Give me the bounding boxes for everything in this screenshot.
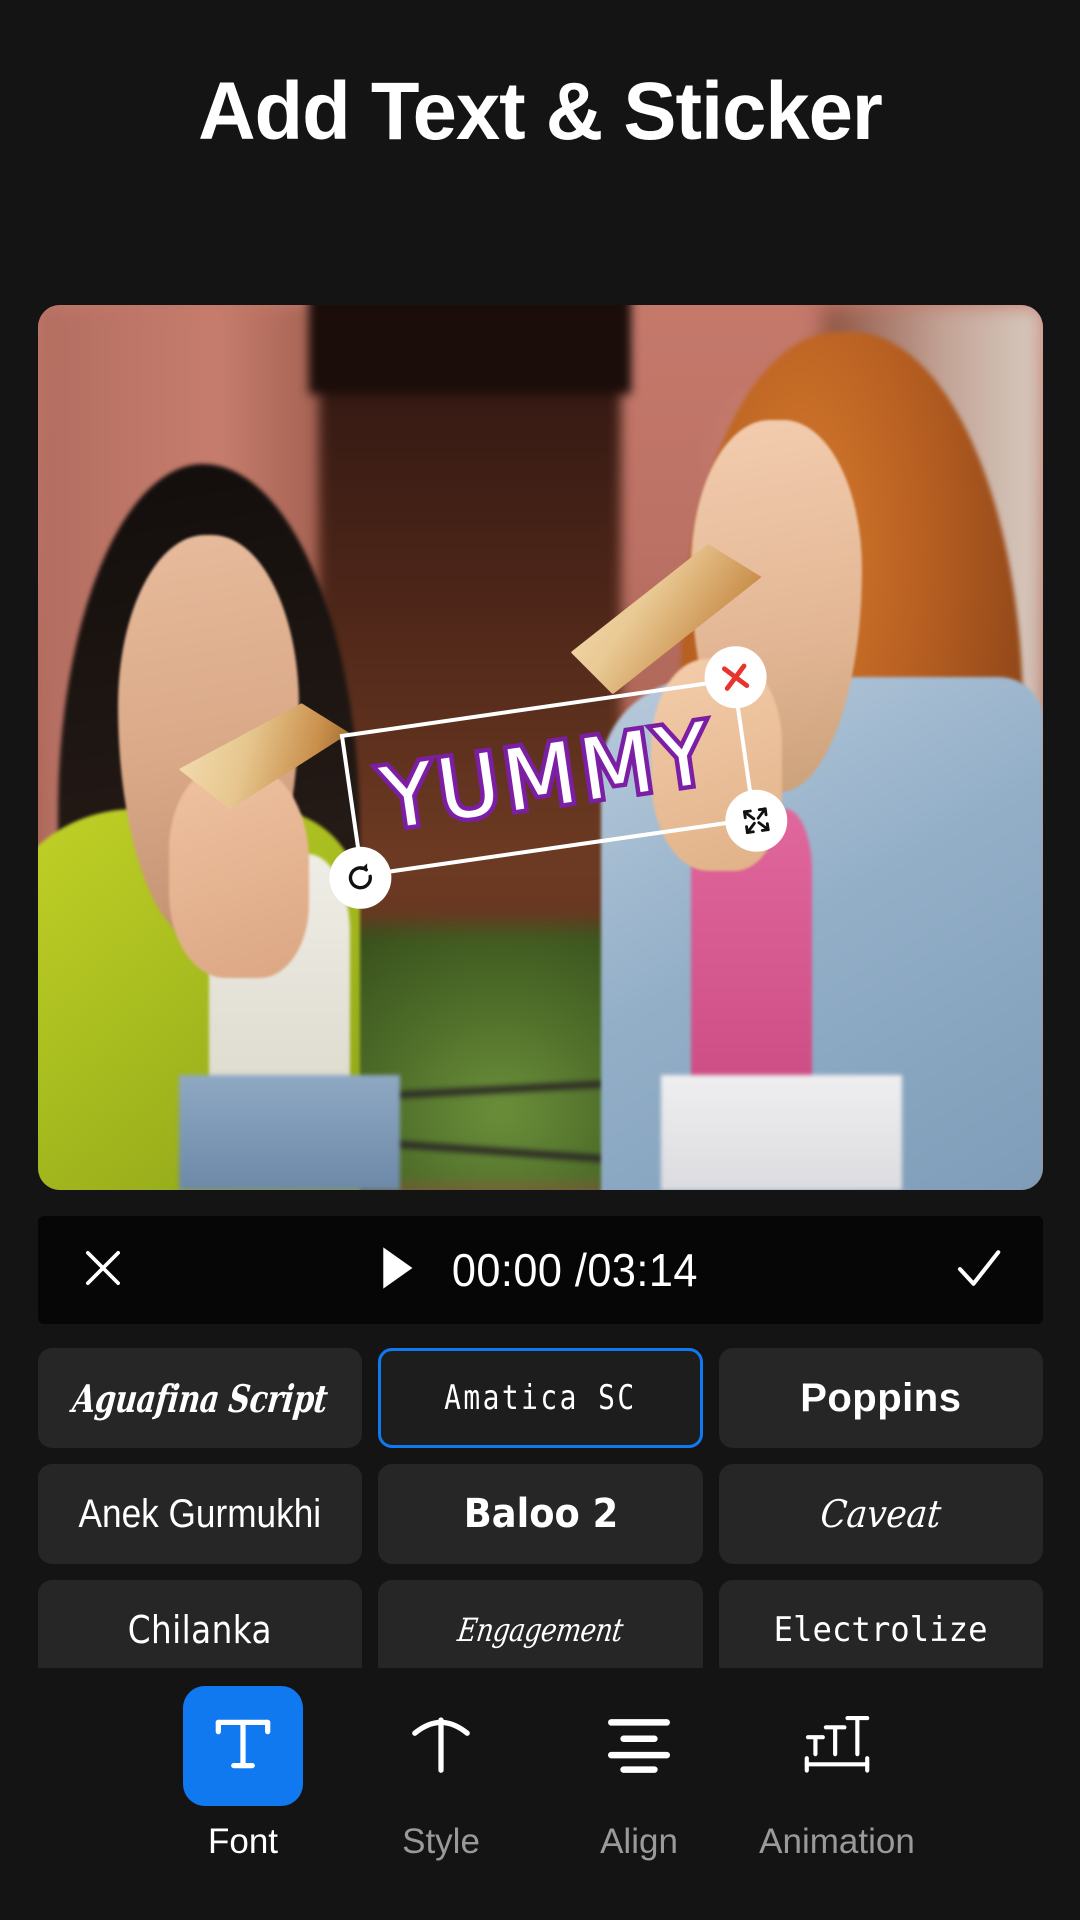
playback-center: 00:00 /03:14 bbox=[168, 1243, 913, 1297]
tab-animation-icon-wrap bbox=[777, 1686, 897, 1806]
tab-font-icon-wrap bbox=[183, 1686, 303, 1806]
font-option-amatica-sc[interactable]: Amatica SC bbox=[378, 1348, 703, 1448]
confirm-button[interactable] bbox=[913, 1241, 1043, 1300]
tab-align[interactable]: Align bbox=[554, 1686, 724, 1862]
cancel-button[interactable] bbox=[38, 1242, 168, 1299]
font-option-label: Caveat bbox=[818, 1492, 944, 1536]
font-option-engagement[interactable]: Engagement bbox=[378, 1580, 703, 1680]
text-sticker-editor-screen: Add Text & Sticker YUMMY 00:00 /03:14 Ag… bbox=[0, 0, 1080, 1920]
photo-bg-door-top bbox=[309, 305, 631, 394]
tab-style[interactable]: Style bbox=[356, 1686, 526, 1862]
font-option-chilanka[interactable]: Chilanka bbox=[38, 1580, 363, 1680]
font-option-label: Engagement bbox=[455, 1611, 626, 1649]
tab-align-icon-wrap bbox=[579, 1686, 699, 1806]
font-option-label: Chilanka bbox=[128, 1608, 273, 1652]
playback-bar: 00:00 /03:14 bbox=[38, 1216, 1043, 1324]
rotate-icon bbox=[341, 859, 380, 898]
tab-align-label: Align bbox=[600, 1822, 678, 1861]
page-title: Add Text & Sticker bbox=[198, 66, 883, 157]
preview-photo bbox=[38, 305, 1043, 1190]
font-option-label: Anek Gurmukhi bbox=[78, 1491, 322, 1536]
close-x-icon bbox=[716, 658, 755, 697]
tab-animation[interactable]: Animation bbox=[752, 1686, 922, 1862]
font-option-anek-gurmukhi[interactable]: Anek Gurmukhi bbox=[38, 1464, 363, 1564]
tab-style-label: Style bbox=[402, 1822, 480, 1861]
play-button[interactable] bbox=[376, 1244, 418, 1297]
font-option-label: Amatica SC bbox=[444, 1378, 637, 1418]
photo-woman-right-white-pants bbox=[661, 1074, 903, 1190]
photo-woman-left-jeans bbox=[178, 1074, 400, 1190]
font-option-label: Aguafina Script bbox=[70, 1375, 330, 1421]
tab-font-label: Font bbox=[207, 1822, 279, 1861]
tab-style-icon-wrap bbox=[381, 1686, 501, 1806]
font-option-aguafina-script[interactable]: Aguafina Script bbox=[38, 1348, 363, 1448]
text-size-icon bbox=[800, 1707, 874, 1786]
align-center-icon bbox=[602, 1707, 676, 1786]
page-header: Add Text & Sticker bbox=[0, 62, 1080, 162]
text-t-icon bbox=[206, 1707, 280, 1786]
font-option-label: Poppins bbox=[800, 1375, 962, 1420]
time-display: 00:00 /03:14 bbox=[451, 1244, 698, 1296]
text-arch-icon bbox=[404, 1707, 478, 1786]
video-preview[interactable]: YUMMY bbox=[38, 305, 1043, 1190]
editor-toolbar: Font Style Align Animation bbox=[0, 1668, 1080, 1920]
close-icon bbox=[77, 1242, 129, 1299]
tab-font[interactable]: Font bbox=[158, 1686, 328, 1862]
font-option-baloo-2[interactable]: Baloo 2 bbox=[378, 1464, 703, 1564]
check-icon bbox=[951, 1241, 1005, 1300]
font-option-label: Electrolize bbox=[773, 1610, 988, 1650]
font-option-electrolize[interactable]: Electrolize bbox=[718, 1580, 1043, 1680]
font-list: Aguafina Script Amatica SC Poppins Anek … bbox=[38, 1348, 1043, 1680]
font-option-label: Baloo 2 bbox=[463, 1491, 618, 1537]
tab-animation-label: Animation bbox=[759, 1822, 915, 1861]
font-option-poppins[interactable]: Poppins bbox=[718, 1348, 1043, 1448]
font-option-caveat[interactable]: Caveat bbox=[718, 1464, 1043, 1564]
play-icon bbox=[376, 1244, 418, 1297]
resize-arrows-icon bbox=[736, 800, 777, 841]
